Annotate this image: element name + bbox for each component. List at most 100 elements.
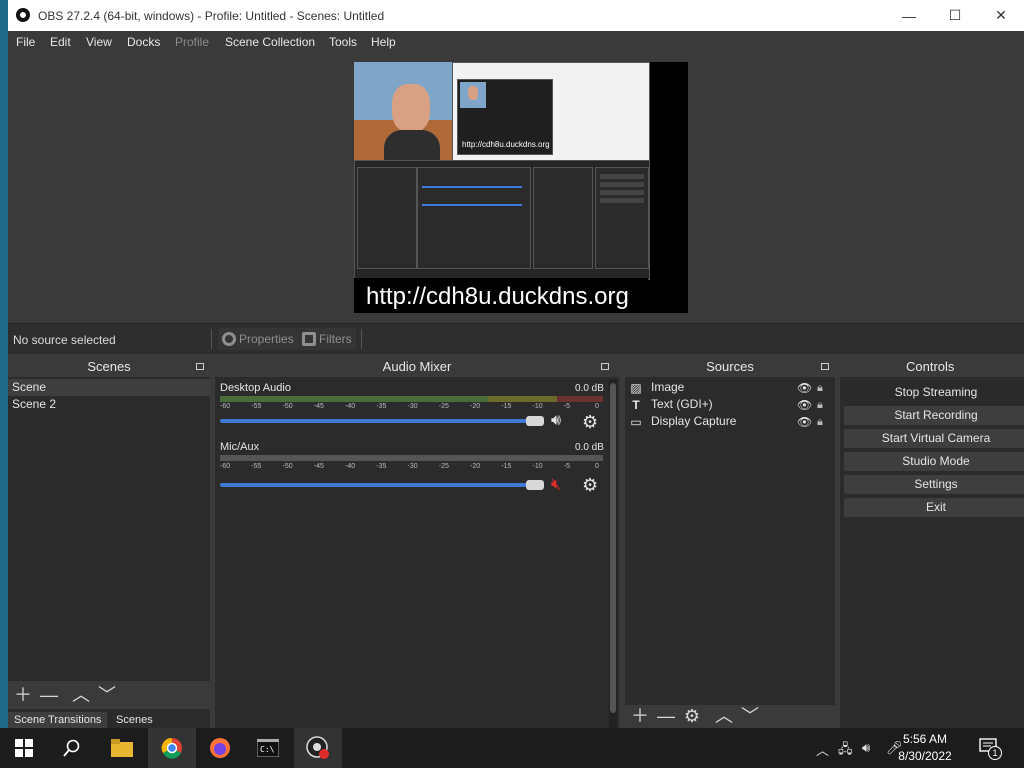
gear-icon[interactable]: ⚙	[582, 476, 598, 494]
move-up-icon[interactable]: ︿	[715, 707, 733, 725]
terminal-button[interactable]: C:\	[244, 728, 292, 768]
mic-aux-slider[interactable]	[220, 483, 543, 487]
audio-scrollbar[interactable]	[609, 379, 617, 728]
source-item[interactable]: T Text (GDI+) 👁︎ 🔒︎	[625, 396, 835, 413]
filter-icon	[302, 332, 316, 346]
menu-help[interactable]: Help	[371, 35, 396, 49]
undock-icon[interactable]	[601, 363, 609, 370]
minimize-button[interactable]: —	[886, 0, 932, 31]
menu-edit[interactable]: Edit	[50, 35, 71, 49]
gear-icon[interactable]: ⚙	[683, 707, 701, 725]
chrome-button[interactable]	[148, 728, 196, 768]
filters-label: Filters	[319, 332, 352, 346]
exit-button[interactable]: Exit	[844, 498, 1024, 517]
scenes-toolbar: ＋ — ︿ ﹀	[8, 681, 210, 709]
start-recording-button[interactable]: Start Recording	[844, 406, 1024, 425]
start-button[interactable]	[0, 728, 48, 768]
muted-speaker-icon[interactable]: 🔇︎	[551, 476, 561, 494]
menu-scene-collection[interactable]: Scene Collection	[225, 35, 315, 49]
eye-icon[interactable]: 👁︎	[797, 380, 812, 395]
eye-icon[interactable]: 👁︎	[797, 414, 812, 429]
tab-scene-transitions[interactable]: Scene Transitions	[8, 712, 108, 728]
move-down-icon[interactable]: ﹀	[98, 686, 116, 704]
preview-canvas[interactable]: http://cdh8u.duckdns.org http://cdh8u.du…	[354, 62, 688, 313]
nested-scenes-dock	[357, 167, 417, 269]
meter-tick-label: 0	[595, 403, 599, 410]
preview-area: http://cdh8u.duckdns.org http://cdh8u.du…	[8, 53, 1024, 323]
tab-scenes[interactable]: Scenes	[110, 712, 159, 728]
firefox-button[interactable]	[196, 728, 244, 768]
source-item[interactable]: ▨ Image 👁︎ 🔒︎	[625, 379, 835, 396]
start-virtual-camera-button[interactable]: Start Virtual Camera	[844, 429, 1024, 448]
lock-icon[interactable]: 🔒︎	[817, 414, 829, 428]
sources-title: Sources	[706, 359, 754, 374]
stop-streaming-button[interactable]: Stop Streaming	[844, 383, 1024, 402]
obs-taskbar-button[interactable]	[294, 728, 342, 768]
mic-aux-slider-handle[interactable]	[526, 480, 544, 490]
move-down-icon[interactable]: ﹀	[741, 707, 759, 725]
desktop-audio-slider-handle[interactable]	[526, 416, 544, 426]
menu-profile[interactable]: Profile	[175, 35, 209, 49]
network-icon[interactable]: 🖧︎	[838, 740, 853, 762]
maximize-button[interactable]: ☐	[932, 0, 978, 31]
menu-file[interactable]: File	[16, 35, 35, 49]
scenes-header: Scenes	[8, 357, 210, 377]
chevron-up-icon[interactable]: ︿	[816, 740, 829, 759]
meter-tick-label: -10	[532, 403, 543, 410]
properties-button[interactable]: Properties	[218, 328, 298, 350]
controls-header: Controls	[840, 357, 1024, 377]
file-explorer-button[interactable]	[98, 728, 146, 768]
title-bar: OBS 27.2.4 (64-bit, windows) - Profile: …	[8, 0, 1024, 31]
search-button[interactable]	[48, 728, 96, 768]
eye-icon[interactable]: 👁︎	[797, 397, 812, 412]
lock-icon[interactable]: 🔒︎	[817, 397, 829, 411]
menu-tools[interactable]: Tools	[329, 35, 357, 49]
speaker-icon[interactable]: 🔊︎	[551, 412, 561, 430]
clock-date[interactable]: 8/30/2022	[890, 749, 960, 763]
nested-btn-3	[600, 190, 644, 195]
gear-icon[interactable]: ⚙	[582, 413, 598, 431]
chrome-icon	[161, 737, 182, 759]
undock-icon[interactable]	[196, 363, 204, 370]
image-icon: ▨	[630, 381, 642, 395]
webcam-face	[392, 84, 430, 132]
close-button[interactable]: ✕	[978, 0, 1024, 31]
nested-slider-2	[422, 204, 522, 206]
remove-source-icon[interactable]: —	[657, 707, 675, 725]
source-item[interactable]: ▭ Display Capture 👁︎ 🔒︎	[625, 413, 835, 430]
meter-tick-label: -35	[376, 403, 387, 410]
nested-capture-top: http://cdh8u.duckdns.org	[452, 62, 650, 162]
meter-tick-label: -50	[282, 463, 293, 470]
monitor-icon: ▭	[630, 415, 642, 429]
filters-button[interactable]: Filters	[298, 328, 356, 350]
menu-view[interactable]: View	[86, 35, 112, 49]
studio-mode-button[interactable]: Studio Mode	[844, 452, 1024, 471]
lock-icon[interactable]: 🔒︎	[817, 380, 829, 394]
nested-face	[468, 86, 478, 100]
move-up-icon[interactable]: ︿	[72, 686, 90, 704]
audio-mixer-header: Audio Mixer	[215, 357, 619, 377]
desktop-audio-meter	[220, 396, 603, 402]
add-scene-icon[interactable]: ＋	[14, 686, 32, 704]
menu-docks[interactable]: Docks	[127, 35, 160, 49]
gear-icon	[222, 332, 236, 346]
scene-item[interactable]: Scene	[8, 379, 210, 396]
desktop-audio-ticks: -60 -55 -50 -45 -40 -35 -30 -25 -20 -15 -10 -5 0	[220, 403, 603, 413]
window-title: OBS 27.2.4 (64-bit, windows) - Profile: …	[38, 9, 385, 23]
clock-time[interactable]: 5:56 AM	[890, 732, 960, 746]
volume-icon[interactable]: 🔊︎	[862, 740, 870, 756]
properties-label: Properties	[239, 332, 294, 346]
controls-dock: Controls Stop Streaming Start Recording …	[840, 357, 1024, 728]
menu-bar: File Edit View Docks Profile Scene Colle…	[8, 31, 1024, 53]
terminal-icon: C:\	[257, 739, 279, 757]
scene-item[interactable]: Scene 2	[8, 396, 210, 413]
settings-button[interactable]: Settings	[844, 475, 1024, 494]
audio-scrollbar-thumb[interactable]	[610, 383, 616, 713]
add-source-icon[interactable]: ＋	[631, 707, 649, 725]
undock-icon[interactable]	[821, 363, 829, 370]
desktop-audio-slider[interactable]	[220, 419, 543, 423]
notification-button[interactable]: 1	[978, 736, 1002, 760]
folder-icon	[111, 739, 133, 757]
remove-scene-icon[interactable]: —	[40, 686, 58, 704]
nested-sources-dock	[533, 167, 593, 269]
